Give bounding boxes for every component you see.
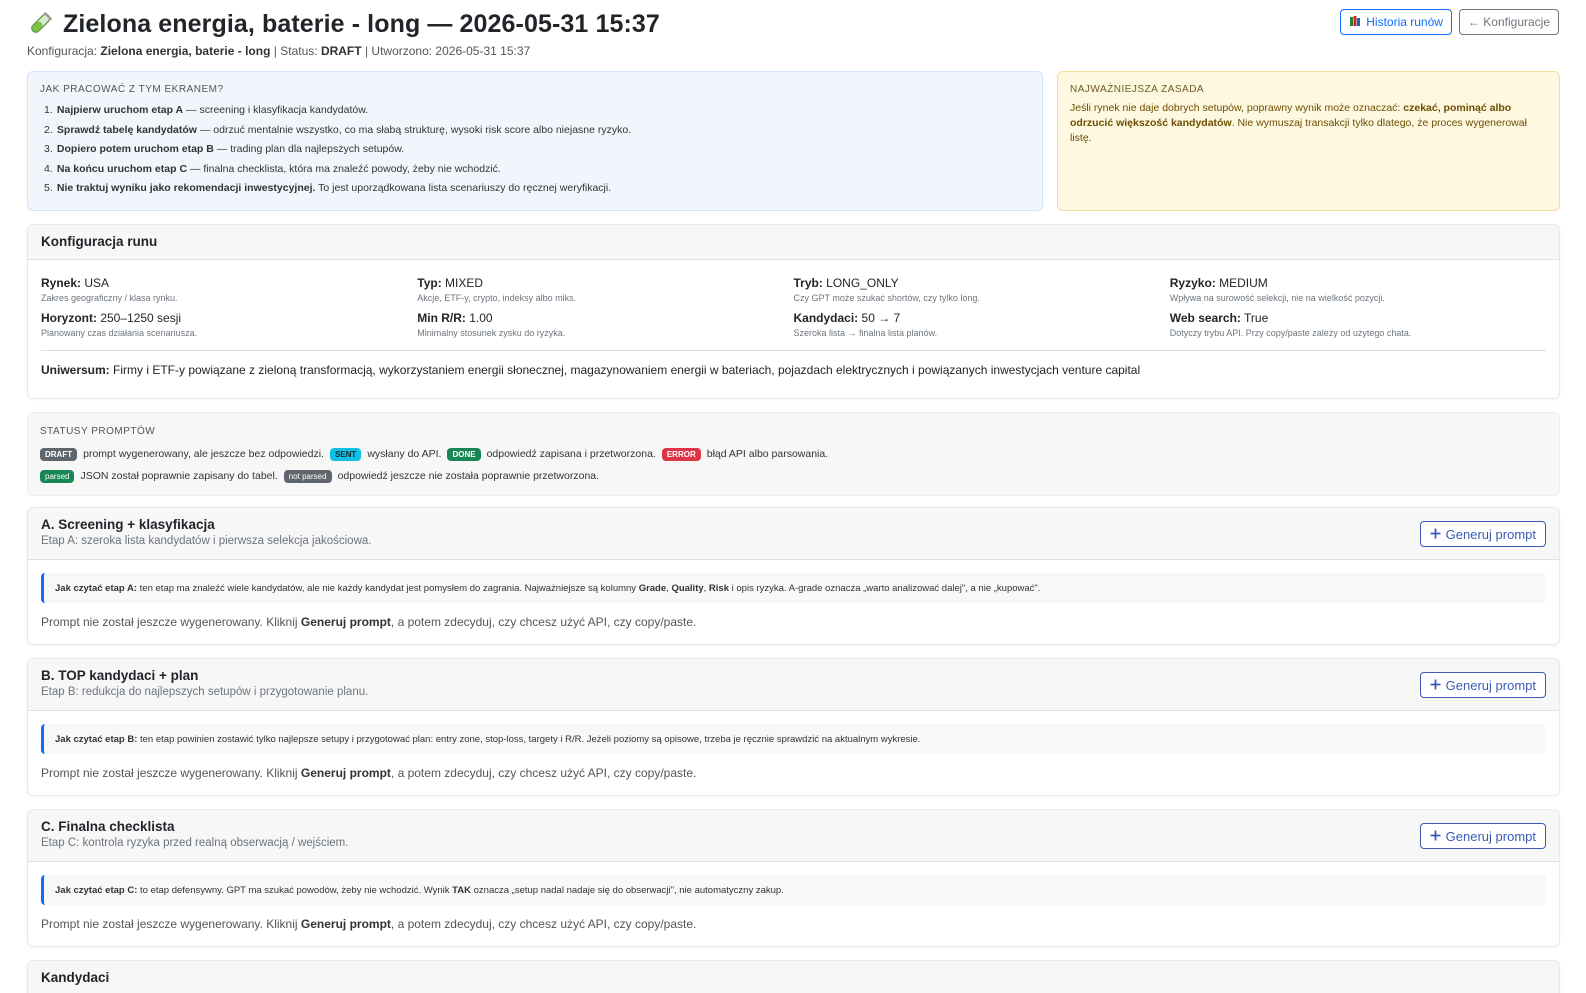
status-badge-done: DONE	[447, 447, 481, 461]
howto-box: Jak pracować z tym ekranem? 1. Najpierw …	[27, 71, 1043, 211]
generate-prompt-label: Generuj prompt	[1445, 526, 1536, 542]
stage-a-header: A. Screening + klasyfikacja Etap A: szer…	[28, 508, 1559, 560]
generate-prompt-label: Generuj prompt	[1445, 828, 1536, 844]
meta-created: | Utworzono: 2026-05-31 15:37	[364, 44, 531, 58]
status-badge-not-parsed: not parsed	[283, 469, 332, 483]
stage-b-header: B. TOP kandydaci + plan Etap B: redukcja…	[28, 659, 1559, 711]
stage-a-subtitle: Etap A: szeroka lista kandydatów i pierw…	[41, 535, 372, 547]
run-config-header: Konfiguracja runu	[28, 225, 1559, 260]
stage-c-header: C. Finalna checklista Etap C: kontrola r…	[28, 810, 1559, 862]
main-rule-box: Najważniejsza zasada Jeśli rynek nie daj…	[1057, 71, 1560, 211]
header-actions: Historia runów ← Konfiguracje	[1340, 9, 1559, 35]
config-market: Rynek: USA Zakres geograficzny / klasa ry…	[41, 276, 178, 303]
stage-b-panel: B. TOP kandydaci + plan Etap B: redukcja…	[27, 658, 1560, 796]
generate-prompt-b-button[interactable]: Generuj prompt	[1419, 672, 1546, 698]
meta-status-value: DRAFT	[320, 44, 362, 58]
title-row: Zielona energia, baterie - long — 2026-0…	[27, 8, 1559, 40]
run-config-panel: Konfiguracja runu Rynek: USA Zakres geogr…	[27, 224, 1560, 399]
status-badge-draft: DRAFT	[40, 447, 78, 461]
page-header: Zielona energia, baterie - long — 2026-0…	[27, 8, 1559, 60]
status-badge-error: ERROR	[661, 447, 701, 461]
rule-heading: Najważniejsza zasada	[1070, 84, 1205, 95]
stage-b-title: B. TOP kandydaci + plan	[41, 668, 199, 683]
config-candidates: Kandydaci: 50 → 7 Szeroka lista → finalna…	[793, 311, 938, 338]
config-mode: Tryb: LONG_ONLY Czy GPT może szukać short…	[793, 276, 980, 303]
status-legend-line-2: parsed JSON został poprawnie zapisany do…	[40, 465, 1547, 487]
candidates-panel: Kandydaci	[27, 960, 1560, 993]
status-badge-parsed: parsed	[40, 469, 75, 483]
howto-step: 1. Najpierw uruchom etap A — screening i…	[44, 104, 369, 116]
test-tube-icon	[27, 11, 53, 37]
config-grid: Rynek: USA Zakres geograficzny / klasa ry…	[28, 274, 1559, 338]
run-meta: Konfiguracja: Zielona energia, baterie -…	[27, 44, 1559, 58]
stage-c-subtitle: Etap C: kontrola ryzyka przed realną obs…	[41, 837, 349, 849]
config-universe: Uniwersum: Firmy i ETF-y powiązane z zie…	[41, 363, 1141, 377]
meta-config-label: Konfiguracja:	[27, 44, 98, 58]
config-horizon: Horyzont: 250–1250 sesji Planowany czas d…	[41, 311, 198, 338]
meta-status-label: | Status:	[273, 44, 318, 58]
stage-c-title: C. Finalna checklista	[41, 819, 175, 834]
run-config-title: Konfiguracja runu	[41, 234, 158, 249]
howto-step: 4. Na końcu uruchom etap C — finalna che…	[44, 162, 501, 175]
plus-icon	[1430, 829, 1441, 844]
statuses-heading: Statusy promptów	[40, 426, 156, 437]
howto-steps: 1. Najpierw uruchom etap A — screening i…	[40, 101, 1030, 199]
config-min-rr: Min R/R: 1.00 Minimalny stosunek zysku do…	[417, 311, 566, 338]
plus-icon	[1430, 527, 1441, 542]
status-legend-line-1: DRAFT prompt wygenerowany, ale jeszcze b…	[40, 443, 1547, 465]
books-icon	[1349, 15, 1361, 30]
back-to-configs-button[interactable]: ← Konfiguracje	[1458, 9, 1559, 35]
stage-a-note: Prompt nie został jeszcze wygenerowany. …	[41, 615, 697, 629]
generate-prompt-a-button[interactable]: Generuj prompt	[1419, 521, 1546, 547]
plus-icon	[1430, 678, 1441, 693]
stage-a-callout: Jak czytać etap A: ten etap ma znaleźć w…	[41, 573, 1546, 603]
back-button-label: ← Konfiguracje	[1467, 15, 1550, 29]
stage-b-subtitle: Etap B: redukcja do najlepszych setupów …	[41, 686, 369, 698]
stage-c-callout: Jak czytać etap C: to etap defensywny. G…	[41, 875, 1546, 905]
stage-b-note: Prompt nie został jeszcze wygenerowany. …	[41, 766, 697, 780]
stage-c-panel: C. Finalna checklista Etap C: kontrola r…	[27, 809, 1560, 947]
config-web-search: Web search: True Dotyczy trybu API. Przy …	[1169, 311, 1412, 338]
generate-prompt-label: Generuj prompt	[1445, 677, 1536, 693]
howto-step: 3. Dopiero potem uruchom etap B — tradin…	[44, 143, 405, 156]
config-risk: Ryzyko: MEDIUM Wpływa na surowość selekcj…	[1169, 276, 1385, 303]
stage-a-panel: A. Screening + klasyfikacja Etap A: szer…	[27, 507, 1560, 645]
candidates-title: Kandydaci	[41, 970, 110, 985]
history-button-label: Historia runów	[1366, 15, 1443, 29]
prompt-statuses-box: Statusy promptów DRAFT prompt wygenerowa…	[27, 412, 1560, 496]
stage-b-callout: Jak czytać etap B: ten etap powinien zos…	[41, 724, 1546, 754]
history-button[interactable]: Historia runów	[1340, 9, 1452, 35]
status-badge-sent: SENT	[329, 447, 362, 461]
candidates-header: Kandydaci	[28, 961, 1559, 993]
generate-prompt-c-button[interactable]: Generuj prompt	[1419, 823, 1546, 849]
meta-config-value: Zielona energia, baterie - long	[100, 44, 271, 58]
page-title: Zielona energia, baterie - long — 2026-0…	[63, 10, 660, 38]
config-type: Typ: MIXED Akcje, ETF-y, crypto, indeksy …	[417, 276, 577, 303]
stage-c-note: Prompt nie został jeszcze wygenerowany. …	[41, 917, 697, 931]
stage-a-title: A. Screening + klasyfikacja	[41, 517, 215, 532]
howto-step: 5. Nie traktuj wyniku jako rekomendacji …	[44, 182, 612, 195]
howto-step: 2. Sprawdź tabelę kandydatów — odrzuć me…	[44, 123, 632, 136]
howto-heading: Jak pracować z tym ekranem?	[40, 84, 224, 95]
rule-text: Jeśli rynek nie daje dobrych setupów, po…	[1070, 102, 1527, 144]
